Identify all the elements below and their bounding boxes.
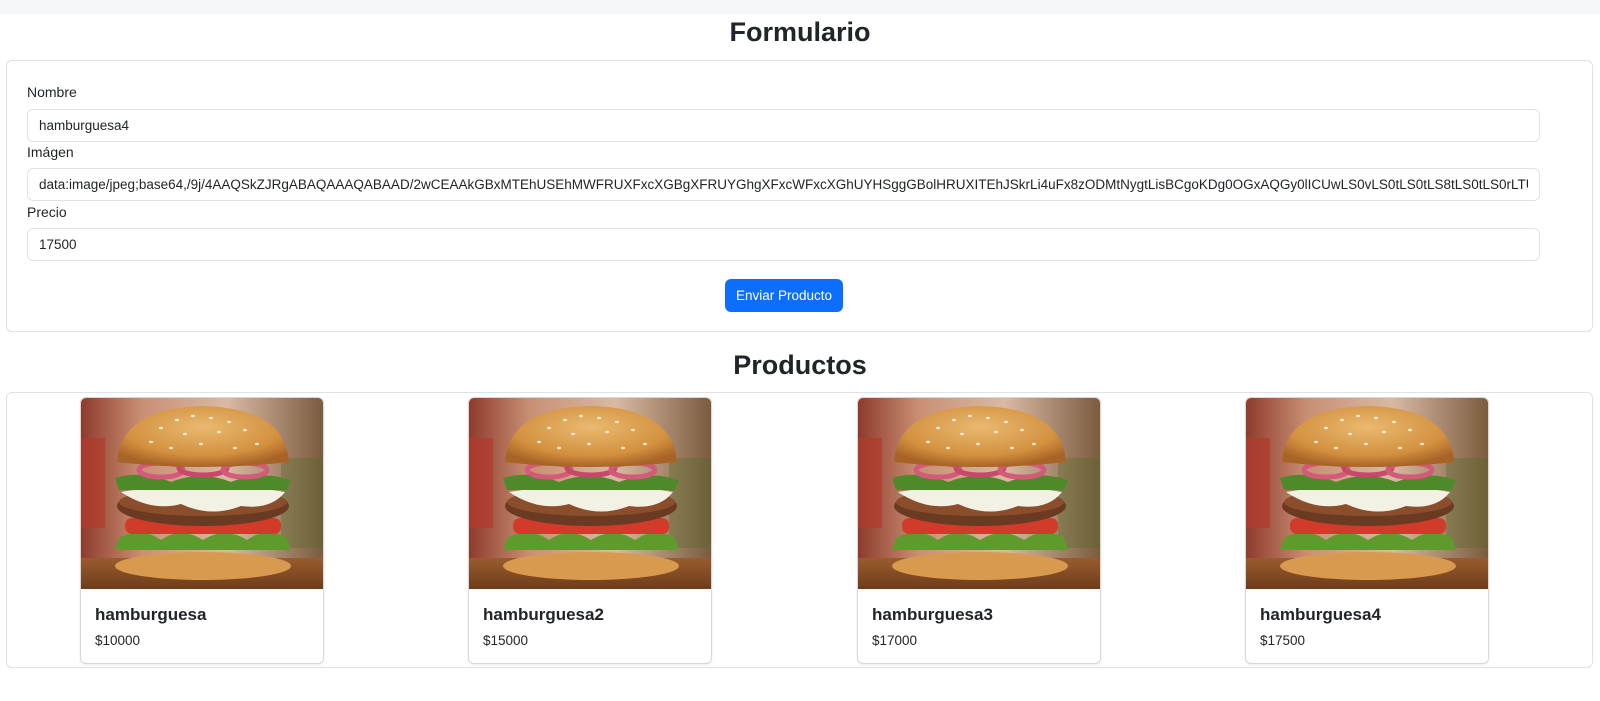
imagen-label: Imágen — [27, 144, 74, 160]
product-price: $10000 — [95, 633, 141, 648]
imagen-input[interactable] — [27, 168, 1540, 201]
top-bar — [0, 0, 1600, 14]
precio-label: Precio — [27, 204, 67, 220]
products-list: hamburguesa $10000 hamburguesa2 $15000 h… — [6, 392, 1593, 668]
product-price: $17500 — [1260, 633, 1306, 648]
product-name: hamburguesa — [95, 605, 207, 624]
product-name: hamburguesa3 — [872, 605, 993, 624]
burger-image — [469, 398, 711, 589]
product-form: Nombre Imágen Precio Enviar Producto — [6, 60, 1593, 332]
nombre-input[interactable] — [27, 109, 1540, 142]
product-name: hamburguesa4 — [1260, 605, 1381, 624]
product-name: hamburguesa2 — [483, 605, 604, 624]
product-card: hamburguesa $10000 — [80, 397, 324, 664]
product-card: hamburguesa4 $17500 — [1245, 397, 1489, 664]
product-price: $17000 — [872, 633, 918, 648]
product-card: hamburguesa2 $15000 — [468, 397, 712, 664]
product-price: $15000 — [483, 633, 529, 648]
nombre-label: Nombre — [27, 84, 77, 100]
form-title: Formulario — [729, 17, 871, 47]
burger-image — [1246, 398, 1488, 589]
products-title: Productos — [733, 350, 867, 380]
product-card: hamburguesa3 $17000 — [857, 397, 1101, 664]
enviar-producto-button[interactable]: Enviar Producto — [725, 279, 843, 312]
burger-image — [858, 398, 1100, 589]
precio-input[interactable] — [27, 228, 1540, 261]
burger-image — [81, 398, 323, 589]
